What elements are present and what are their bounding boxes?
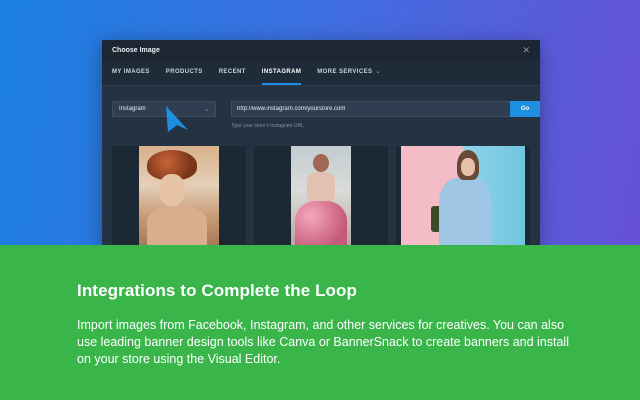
- tab-recent[interactable]: RECENT: [219, 69, 246, 85]
- tab-label: INSTAGRAM: [261, 69, 302, 75]
- tab-instagram[interactable]: INSTAGRAM: [261, 69, 302, 85]
- tab-label: RECENT: [218, 69, 246, 75]
- image-tile[interactable]: [396, 146, 530, 245]
- modal-header: Choose Image ✕: [102, 40, 540, 60]
- image-grid: [112, 146, 530, 245]
- url-hint: Type your store's Instagram URL: [231, 123, 304, 129]
- close-icon[interactable]: ✕: [522, 45, 530, 55]
- instagram-photo: [401, 146, 525, 245]
- tab-label: PRODUCTS: [165, 69, 203, 75]
- tab-products[interactable]: PRODUCTS: [166, 69, 203, 85]
- tab-label: MORE SERVICES: [317, 68, 373, 75]
- choose-image-modal: Choose Image ✕ MY IMAGES PRODUCTS RECENT…: [102, 40, 540, 245]
- feature-title: Integrations to Complete the Loop: [77, 281, 358, 300]
- instagram-url-input[interactable]: [231, 101, 511, 117]
- feature-description: Import images from Facebook, Instagram, …: [77, 318, 569, 366]
- instagram-photo: [291, 146, 351, 245]
- tab-label: MY IMAGES: [112, 69, 150, 75]
- image-tile[interactable]: [254, 146, 388, 245]
- source-select-value: Instagram: [119, 106, 146, 112]
- chevron-down-icon: ⌄: [203, 106, 209, 113]
- tab-my-images[interactable]: MY IMAGES: [112, 69, 150, 85]
- chevron-down-icon: ⌄: [375, 69, 381, 75]
- feature-band: Integrations to Complete the Loop Import…: [0, 245, 640, 400]
- cursor-arrow-icon: [166, 106, 188, 132]
- go-button[interactable]: Go: [510, 101, 540, 117]
- instagram-photo: [139, 146, 219, 245]
- modal-title: Choose Image: [112, 46, 160, 54]
- tab-bar: MY IMAGES PRODUCTS RECENT INSTAGRAM MORE…: [102, 60, 540, 86]
- tab-more-services[interactable]: MORE SERVICES ⌄: [317, 68, 381, 85]
- image-tile[interactable]: [112, 146, 246, 245]
